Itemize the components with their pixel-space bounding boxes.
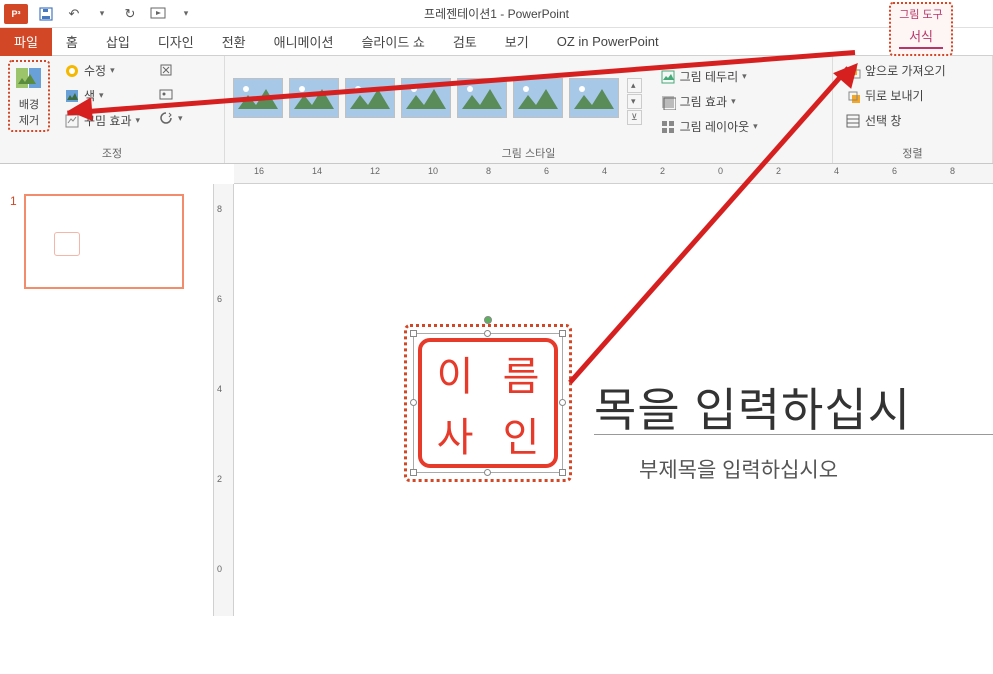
- qat-customize-dropdown[interactable]: ▾: [176, 4, 196, 24]
- arrow-head-icon: [67, 97, 93, 123]
- title-underline: [594, 434, 993, 435]
- slide-thumbnail[interactable]: [24, 194, 184, 289]
- layout-label: 그림 레이아웃: [680, 118, 750, 135]
- bring-forward-label: 앞으로 가져오기: [865, 62, 946, 79]
- undo-dropdown[interactable]: ▾: [92, 4, 112, 24]
- title-placeholder[interactable]: 목을 입력하십시: [594, 374, 911, 440]
- stamp-highlight: 이 름 사 인: [404, 324, 572, 482]
- reset-picture-button[interactable]: ▾: [154, 108, 187, 128]
- title-bar: P³ ↶ ▾ ↻ ▾ 프레젠테이션1 - PowerPoint: [0, 0, 993, 28]
- horizontal-ruler: 16141210864202468: [234, 164, 993, 184]
- stamp-selection[interactable]: 이 름 사 인: [413, 333, 563, 473]
- border-label: 그림 테두리: [680, 68, 739, 85]
- powerpoint-icon: P³: [4, 4, 28, 24]
- style-thumb[interactable]: [345, 78, 395, 118]
- resize-handle[interactable]: [410, 469, 417, 476]
- oz-tab[interactable]: OZ in PowerPoint: [543, 28, 673, 56]
- undo-button[interactable]: ↶: [64, 4, 84, 24]
- slide-thumbnails-pane: 1: [0, 184, 214, 616]
- corrections-label: 수정: [84, 62, 106, 79]
- mini-stamp-preview: [54, 232, 80, 256]
- format-tab[interactable]: 서식: [899, 24, 943, 49]
- picture-border-button[interactable]: 그림 테두리▾: [656, 66, 762, 87]
- slide-number: 1: [10, 194, 17, 208]
- resize-handle[interactable]: [559, 469, 566, 476]
- send-backward-label: 뒤로 보내기: [865, 87, 924, 104]
- selection-pane-label: 선택 창: [865, 112, 901, 129]
- style-thumb[interactable]: [569, 78, 619, 118]
- picture-layout-button[interactable]: 그림 레이아웃▾: [656, 116, 762, 137]
- resize-handle[interactable]: [559, 330, 566, 337]
- slide-edit-area[interactable]: 목을 입력하십시 부제목을 입력하십시오 이 름: [234, 184, 993, 616]
- stamp-char: 름: [488, 342, 554, 403]
- arrange-group-label: 정렬: [841, 145, 984, 161]
- picture-effects-button[interactable]: 그림 효과▾: [656, 91, 762, 112]
- resize-handle[interactable]: [484, 469, 491, 476]
- stamp-char: 이: [422, 342, 488, 403]
- resize-handle[interactable]: [410, 330, 417, 337]
- save-button[interactable]: [36, 4, 56, 24]
- gallery-up-button[interactable]: ▴: [627, 78, 642, 93]
- gallery-down-button[interactable]: ▾: [627, 94, 642, 109]
- picture-styles-group: ▴ ▾ ⊻ 그림 테두리▾ 그림 효과▾ 그림 레이아웃▾: [225, 56, 833, 163]
- slide-canvas: 목을 입력하십시 부제목을 입력하십시오 이 름: [404, 324, 993, 674]
- remove-background-button[interactable]: 배경 제거: [14, 64, 44, 128]
- file-tab[interactable]: 파일: [0, 28, 52, 56]
- transitions-tab[interactable]: 전환: [208, 28, 260, 56]
- picture-styles-gallery[interactable]: ▴ ▾ ⊻: [233, 72, 642, 131]
- style-thumb[interactable]: [289, 78, 339, 118]
- gallery-more-button[interactable]: ⊻: [627, 110, 642, 125]
- redo-button[interactable]: ↻: [120, 4, 140, 24]
- window-title: 프레젠테이션1 - PowerPoint: [424, 5, 569, 22]
- subtitle-placeholder[interactable]: 부제목을 입력하십시오: [639, 454, 838, 484]
- review-tab[interactable]: 검토: [439, 28, 491, 56]
- send-backward-button[interactable]: 뒤로 보내기: [841, 85, 950, 106]
- start-slideshow-button[interactable]: [148, 4, 168, 24]
- styles-group-label: 그림 스타일: [233, 145, 824, 161]
- slideshow-tab[interactable]: 슬라이드 쇼: [347, 28, 438, 56]
- picture-tools-label: 그림 도구: [899, 6, 943, 22]
- design-tab[interactable]: 디자인: [144, 28, 208, 56]
- compress-pictures-button[interactable]: [154, 60, 187, 80]
- effects-label: 그림 효과: [680, 93, 728, 110]
- corrections-button[interactable]: 수정▾: [60, 60, 144, 81]
- resize-handle[interactable]: [410, 399, 417, 406]
- stamp-char: 사: [422, 403, 488, 464]
- style-thumb[interactable]: [513, 78, 563, 118]
- picture-tools-tab-group: 그림 도구 서식: [889, 2, 953, 56]
- content-area: 1 목을 입력하십시 부제목을 입력하십시오: [0, 184, 993, 616]
- insert-tab[interactable]: 삽입: [92, 28, 144, 56]
- quick-access-toolbar: P³ ↶ ▾ ↻ ▾: [0, 4, 196, 24]
- view-tab[interactable]: 보기: [491, 28, 543, 56]
- remove-background-highlight: 배경 제거: [8, 60, 50, 132]
- remove-background-label: 배경 제거: [19, 96, 39, 128]
- adjust-group-label: 조정: [8, 145, 216, 161]
- resize-handle[interactable]: [559, 399, 566, 406]
- stamp-image[interactable]: 이 름 사 인: [418, 338, 558, 468]
- home-tab[interactable]: 홈: [52, 28, 92, 56]
- animations-tab[interactable]: 애니메이션: [260, 28, 348, 56]
- stamp-char: 인: [488, 403, 554, 464]
- selection-pane-button[interactable]: 선택 창: [841, 110, 950, 131]
- rotate-handle[interactable]: [484, 316, 492, 324]
- resize-handle[interactable]: [484, 330, 491, 337]
